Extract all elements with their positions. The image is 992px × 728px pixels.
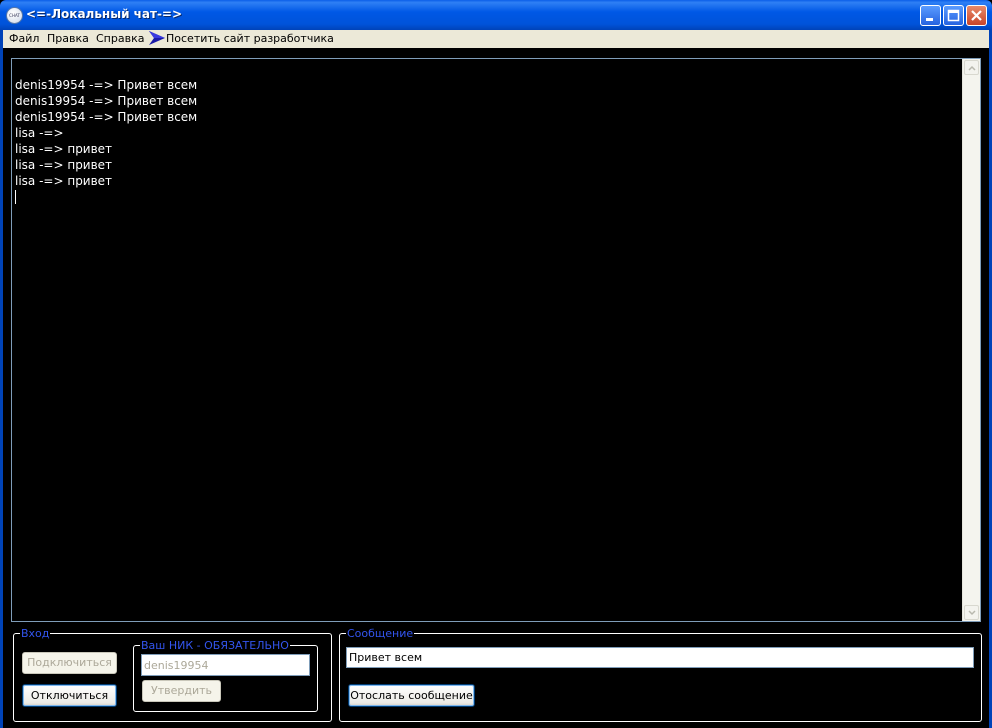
chat-line: lisa -=> привет [15, 174, 113, 188]
minimize-icon [926, 18, 933, 21]
close-icon [971, 10, 982, 21]
chat-line: lisa -=> [15, 126, 68, 140]
chat-scrollbar[interactable] [962, 59, 980, 621]
menu-help[interactable]: Справка [96, 32, 144, 45]
menu-visit-site[interactable]: Посетить сайт разработчика [166, 32, 334, 45]
chat-line: denis19954 -=> Привет всем [15, 110, 198, 124]
window-title: <=-Локальный чат-=> [26, 7, 183, 21]
chevron-down-icon [968, 610, 976, 616]
message-input[interactable] [346, 647, 974, 668]
message-group-title: Сообщение [346, 627, 415, 640]
close-button[interactable] [966, 5, 987, 26]
maximize-button[interactable] [943, 5, 964, 26]
scroll-down-button[interactable] [964, 605, 979, 620]
app-icon-text: CHAT [9, 13, 20, 18]
chat-line: lisa -=> привет [15, 158, 113, 172]
confirm-nick-button[interactable]: Утвердить [142, 680, 221, 702]
connect-button[interactable]: Подключиться [22, 652, 117, 674]
chat-log[interactable]: denis19954 -=> Привет всем denis19954 -=… [11, 58, 981, 622]
nick-input[interactable] [141, 654, 310, 676]
chat-line: lisa -=> привет [15, 142, 113, 156]
send-message-button[interactable]: Отослать сообщение [348, 684, 475, 707]
disconnect-button[interactable]: Отключиться [22, 684, 117, 707]
chat-line: denis19954 -=> Привет всем [15, 78, 198, 92]
chevron-up-icon [968, 65, 976, 71]
title-bar[interactable]: CHAT <=-Локальный чат-=> [0, 0, 992, 30]
nick-group-title: Ваш НИК - ОБЯЗАТЕЛЬНО [140, 639, 290, 652]
menu-bar: Файл Правка Справка Посетить сайт разраб… [0, 30, 992, 48]
text-caret [15, 190, 16, 204]
arrow-icon[interactable] [148, 30, 166, 46]
menu-file[interactable]: Файл [9, 32, 39, 45]
minimize-button[interactable] [920, 5, 941, 26]
chat-line: denis19954 -=> Привет всем [15, 94, 198, 108]
scroll-up-button[interactable] [964, 60, 979, 75]
menu-edit[interactable]: Правка [47, 32, 89, 45]
chat-lines: denis19954 -=> Привет всем denis19954 -=… [15, 77, 197, 204]
maximize-icon [947, 9, 960, 22]
login-group-title: Вход [20, 627, 51, 640]
chat-app-icon[interactable]: CHAT [6, 7, 23, 24]
